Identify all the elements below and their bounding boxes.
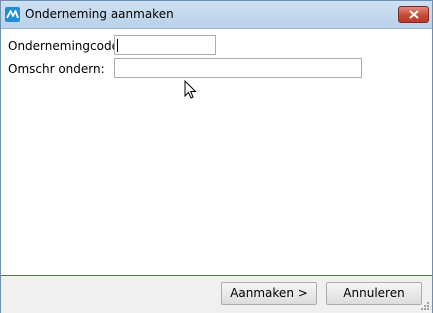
close-icon [409, 10, 419, 19]
mouse-pointer-icon [184, 80, 197, 99]
text-caret [117, 39, 118, 52]
window-title: Onderneming aanmaken [25, 7, 174, 21]
code-input[interactable] [114, 35, 216, 55]
title-bar[interactable]: Onderneming aanmaken [1, 1, 432, 29]
form-area: Ondernemingcode: Omschr ondern: [1, 29, 432, 275]
description-input[interactable] [114, 58, 362, 78]
resize-grip-icon[interactable] [420, 301, 430, 311]
description-label: Omschr ondern: [8, 62, 105, 76]
code-label: Ondernemingcode: [8, 39, 123, 53]
button-bar: Aanmaken > Annuleren [1, 275, 432, 313]
close-button[interactable] [398, 6, 429, 23]
app-logo-icon [5, 7, 20, 22]
create-button[interactable]: Aanmaken > [221, 282, 317, 305]
cancel-button[interactable]: Annuleren [326, 282, 422, 305]
dialog-window: Onderneming aanmaken Ondernemingcode: Om… [0, 0, 433, 313]
